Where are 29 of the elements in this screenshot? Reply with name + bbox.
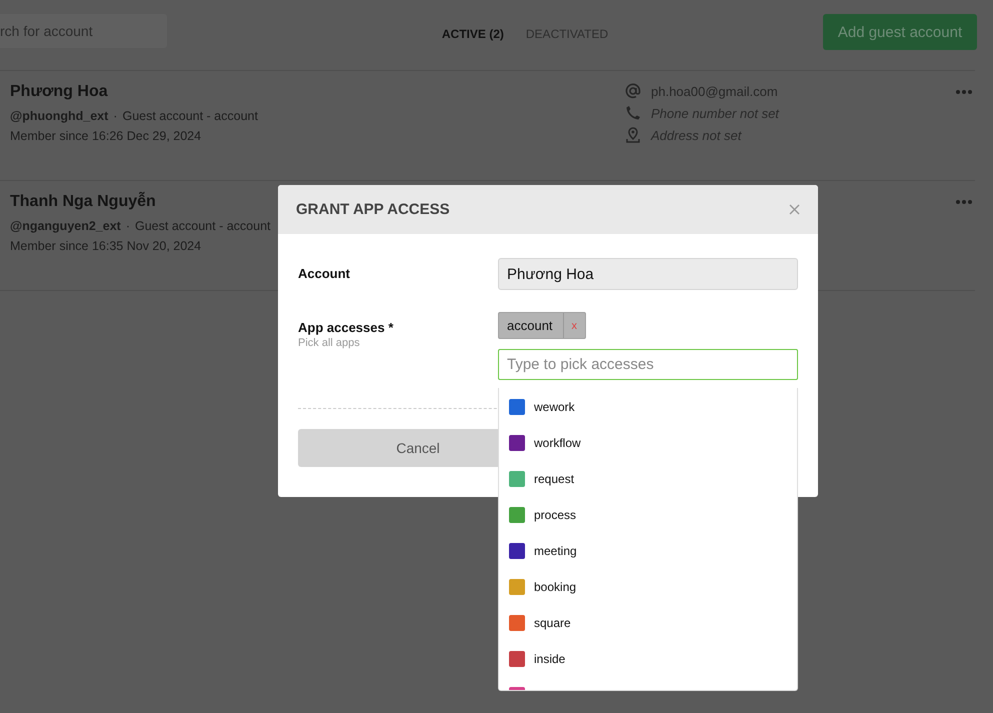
option-item[interactable]: inside [499, 641, 797, 677]
at-sign-icon [625, 83, 641, 99]
phone-icon [625, 105, 641, 121]
option-item[interactable]: booking [499, 569, 797, 605]
map-pin-icon [625, 127, 641, 143]
more-icon[interactable] [955, 199, 973, 205]
account-field: Phương Hoa [498, 258, 798, 290]
option-item[interactable]: meeting [499, 533, 797, 569]
more-icon[interactable] [955, 89, 973, 95]
access-picker-field[interactable]: Type to pick accesses [498, 349, 798, 380]
option-item[interactable]: wework [499, 389, 797, 425]
close-icon[interactable] [789, 204, 800, 215]
account-name: Phương Hoa [10, 83, 108, 101]
separator-dot: · [113, 109, 118, 123]
member-since: Member since 16:26 Dec 29, 2024 [10, 129, 202, 143]
dialog-title: GRANT APP ACCESS [296, 201, 450, 218]
separator-dot: · [126, 219, 130, 233]
account-type: Guest account - account [122, 109, 258, 123]
field-label: App accesses * [298, 320, 394, 335]
account-handle: @nganguyen2_ext [10, 219, 121, 233]
field-label: Account [298, 266, 351, 283]
option-item[interactable]: square [499, 605, 797, 641]
member-since: Member since 16:35 Nov 20, 2024 [10, 239, 202, 253]
option-item[interactable]: process [499, 497, 797, 533]
chip-label: account [506, 317, 554, 335]
account-name: Thanh Nga Nguyễn [10, 193, 156, 211]
account-handle: @phuonghd_ext [10, 109, 108, 123]
field-hint: Pick all apps [298, 337, 361, 349]
account-type: Guest account - account [135, 219, 270, 233]
